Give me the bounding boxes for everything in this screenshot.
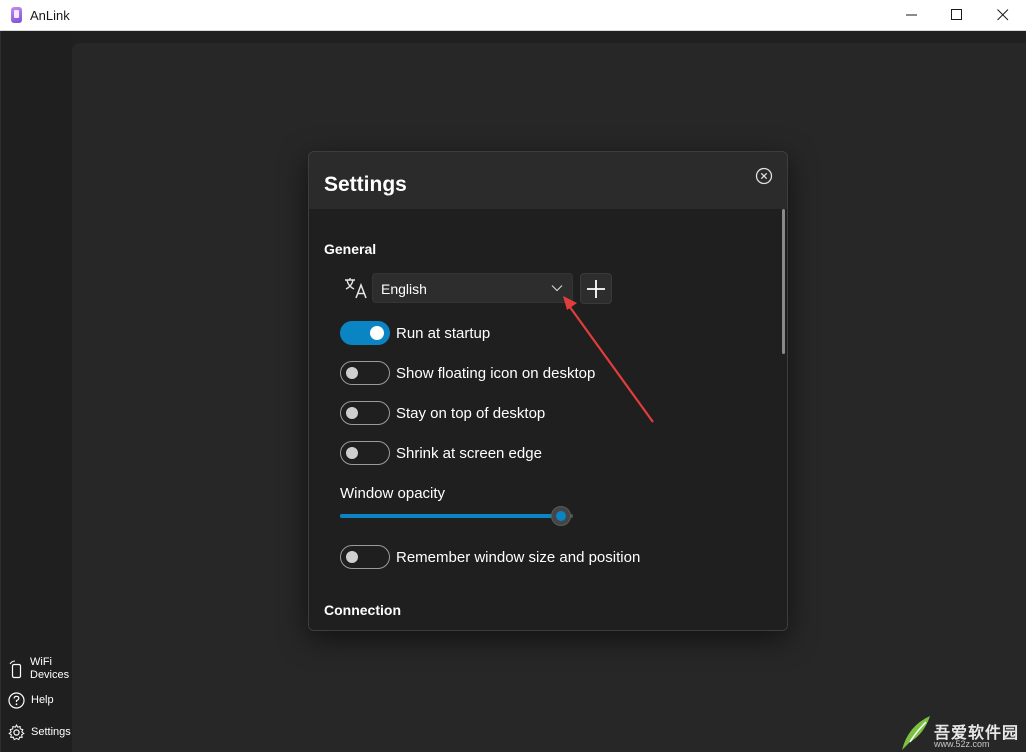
dialog-title: Settings <box>324 173 407 196</box>
run-at-startup-row: Run at startup <box>340 321 490 345</box>
chevron-down-icon <box>551 285 563 292</box>
minimize-icon <box>906 14 917 16</box>
shrink-edge-toggle[interactable] <box>340 441 390 465</box>
slider-fill <box>340 514 562 518</box>
stay-on-top-toggle[interactable] <box>340 401 390 425</box>
scrollbar-thumb[interactable] <box>782 209 785 354</box>
watermark-url: www.52z.com <box>934 739 990 749</box>
sidebar-item-label: Settings <box>31 726 71 738</box>
close-circle-icon <box>755 167 773 185</box>
maximize-icon <box>951 9 962 20</box>
window-title: AnLink <box>30 8 70 23</box>
sidebar-item-wifi-devices[interactable]: WiFi Devices <box>8 656 70 682</box>
sidebar-item-label: WiFi Devices <box>30 656 70 681</box>
window-opacity-slider[interactable] <box>340 506 573 526</box>
remember-window-toggle[interactable] <box>340 545 390 569</box>
section-title-connection: Connection <box>324 602 401 618</box>
toggle-knob <box>346 367 358 379</box>
maximize-button[interactable] <box>934 0 980 31</box>
settings-dialog: Settings General English Run at startup … <box>308 151 788 631</box>
dialog-close-button[interactable] <box>755 167 773 185</box>
sidebar-item-help[interactable]: Help <box>8 692 54 709</box>
sidebar-item-settings[interactable]: Settings <box>8 724 71 741</box>
help-icon <box>8 692 25 709</box>
toggle-knob <box>346 447 358 459</box>
run-at-startup-toggle[interactable] <box>340 321 390 345</box>
toggle-knob <box>346 407 358 419</box>
remember-window-row: Remember window size and position <box>340 545 640 569</box>
dialog-header: Settings <box>309 152 787 209</box>
title-bar: AnLink <box>0 0 1026 31</box>
watermark: 吾爱软件园 www.52z.com <box>898 712 1024 752</box>
gear-icon <box>8 724 25 741</box>
toggle-label: Shrink at screen edge <box>396 444 542 462</box>
shrink-edge-row: Shrink at screen edge <box>340 441 542 465</box>
add-language-button[interactable] <box>580 273 612 304</box>
slider-thumb[interactable] <box>551 506 572 526</box>
watermark-logo-icon <box>902 716 930 750</box>
toggle-label: Show floating icon on desktop <box>396 364 596 382</box>
floating-icon-row: Show floating icon on desktop <box>340 361 595 385</box>
toggle-knob <box>370 326 384 340</box>
toggle-label: Run at startup <box>396 324 491 342</box>
minimize-button[interactable] <box>889 0 935 31</box>
section-title-general: General <box>324 241 377 257</box>
window-opacity-label: Window opacity <box>340 485 446 502</box>
translate-icon <box>345 278 367 299</box>
toggle-label: Remember window size and position <box>396 548 641 566</box>
stay-on-top-row: Stay on top of desktop <box>340 401 545 425</box>
phone-wifi-icon <box>9 660 22 679</box>
toggle-label: Stay on top of desktop <box>396 404 546 422</box>
sidebar <box>0 31 72 752</box>
language-select-value: English <box>381 281 427 297</box>
floating-icon-toggle[interactable] <box>340 361 390 385</box>
close-icon <box>997 9 1009 21</box>
sidebar-item-label: Help <box>31 694 54 706</box>
plus-icon <box>587 280 605 298</box>
toggle-knob <box>346 551 358 563</box>
language-select[interactable]: English <box>372 273 573 303</box>
close-window-button[interactable] <box>980 0 1026 31</box>
app-logo-icon <box>11 7 22 23</box>
